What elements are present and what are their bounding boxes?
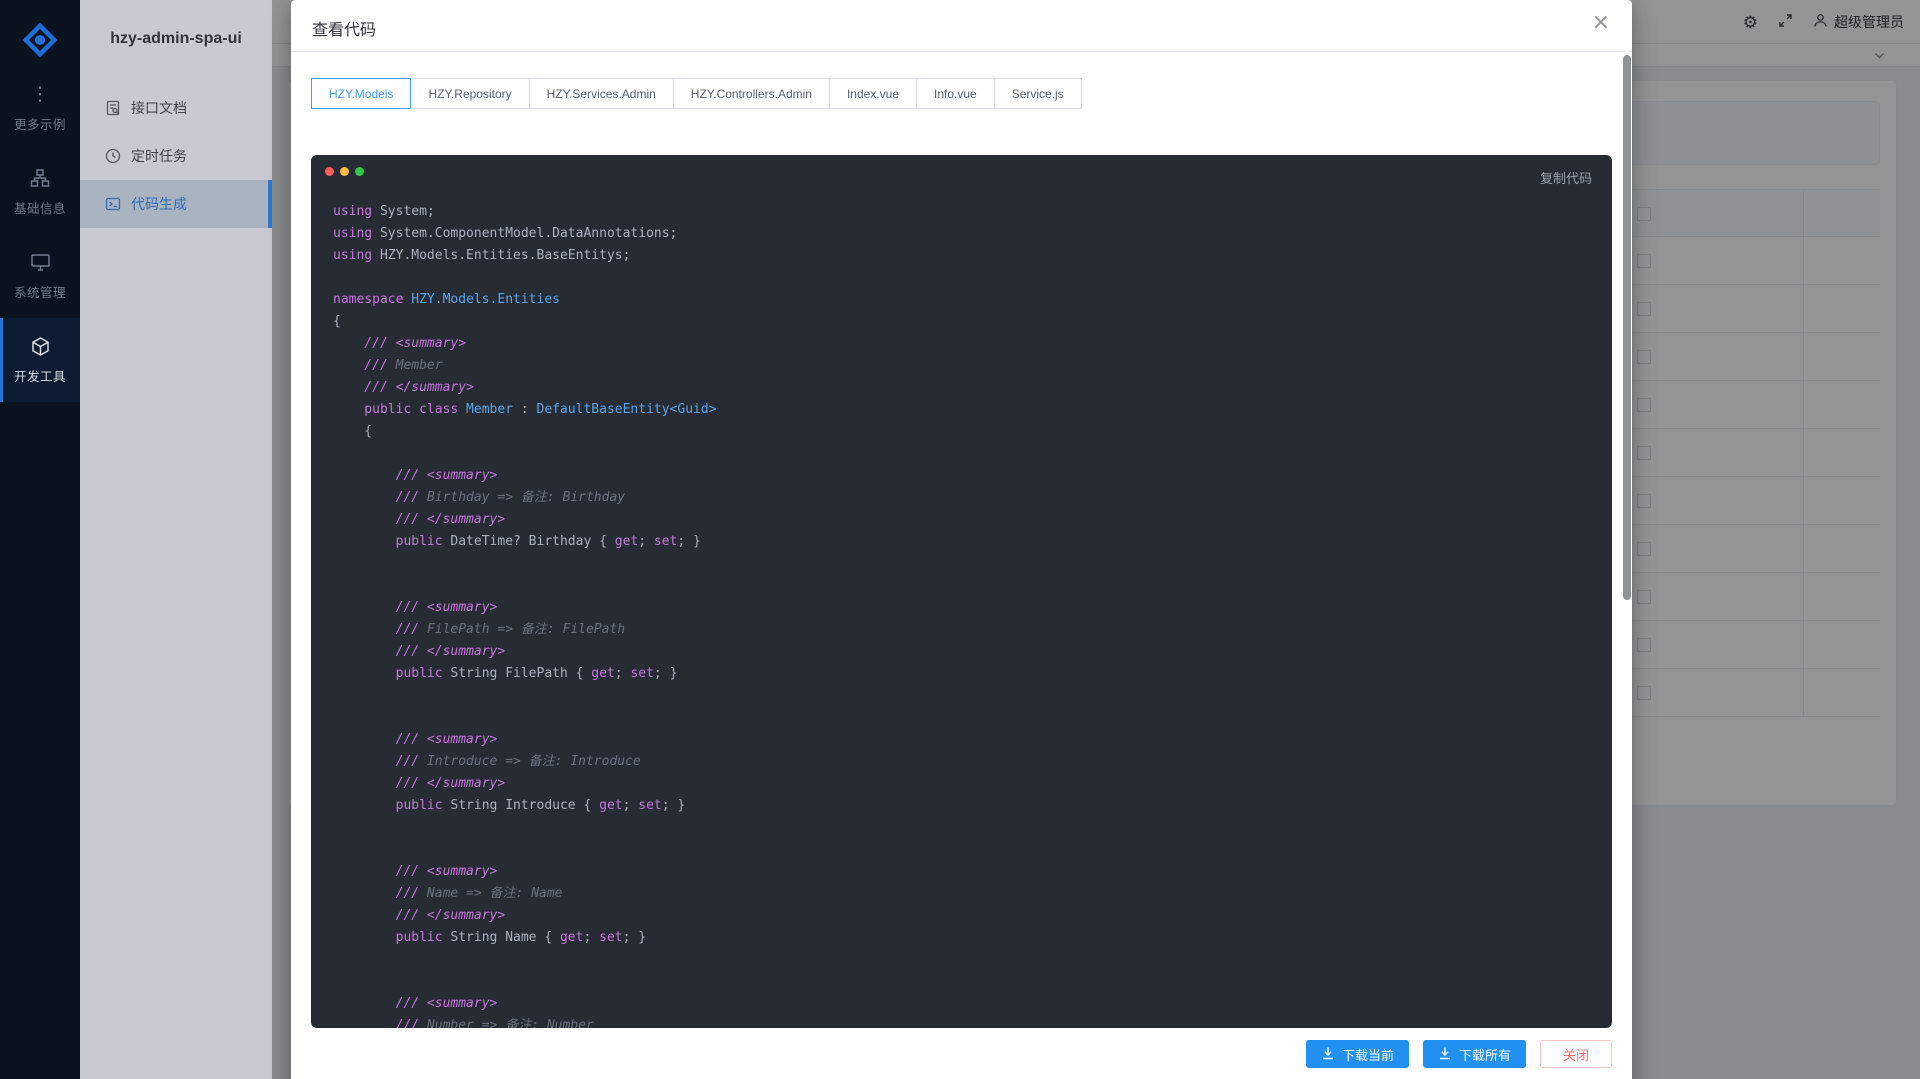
- code-line: {: [333, 421, 1612, 443]
- app-root: ⚙ 超级管理员: [0, 0, 1920, 1079]
- code-line: /// </summary>: [333, 377, 1612, 399]
- code-line: [333, 443, 1612, 465]
- close-icon[interactable]: ×: [1592, 12, 1610, 34]
- code-line: /// Introduce => 备注: Introduce: [333, 751, 1612, 773]
- code-line: [333, 553, 1612, 575]
- code-line: /// Member: [333, 355, 1612, 377]
- icon-sidebar: ⋮ 更多示例 基础信息 系统管理: [0, 0, 80, 1079]
- code-line: [333, 817, 1612, 839]
- code-line: /// <summary>: [333, 465, 1612, 487]
- dialog-tabs: HZY.ModelsHZY.RepositoryHZY.Services.Adm…: [311, 78, 1082, 109]
- menu-sidebar: hzy-admin-spa-ui 接口文档 定时任务: [80, 0, 272, 1079]
- download-icon: [1438, 1046, 1452, 1063]
- tab-index-vue[interactable]: Index.vue: [829, 78, 917, 109]
- copy-code-button[interactable]: 复制代码: [1540, 168, 1592, 187]
- code-line: /// Birthday => 备注: Birthday: [333, 487, 1612, 509]
- code-line: [333, 707, 1612, 729]
- code-line: /// <summary>: [333, 993, 1612, 1015]
- code-line: /// </summary>: [333, 905, 1612, 927]
- code-line: [333, 685, 1612, 707]
- code-line: [333, 949, 1612, 971]
- terminal-icon: [104, 196, 121, 213]
- code-line: [333, 839, 1612, 861]
- window-dots-icon: [325, 167, 364, 176]
- code-line: namespace HZY.Models.Entities: [333, 289, 1612, 311]
- code-line: /// <summary>: [333, 597, 1612, 619]
- code-line: public String FilePath { get; set; }: [333, 663, 1612, 685]
- tab-hzy-controllers-admin[interactable]: HZY.Controllers.Admin: [673, 78, 830, 109]
- code-line: [333, 575, 1612, 597]
- code-line: /// Name => 备注: Name: [333, 883, 1612, 905]
- clock-icon: [104, 148, 121, 165]
- close-dialog-button[interactable]: 关闭: [1540, 1040, 1612, 1068]
- cube-icon: [29, 335, 51, 357]
- dialog-header: 查看代码 ×: [291, 0, 1632, 52]
- code-line: using System.ComponentModel.DataAnnotati…: [333, 223, 1612, 245]
- code-editor[interactable]: 复制代码 using System;using System.Component…: [311, 155, 1612, 1028]
- code-line: [333, 267, 1612, 289]
- code-line: /// </summary>: [333, 773, 1612, 795]
- menu-item-scheduled-tasks: 定时任务: [80, 132, 272, 180]
- code-line: using System;: [333, 201, 1612, 223]
- code-line: /// <summary>: [333, 333, 1612, 355]
- app-logo-icon: [18, 18, 62, 62]
- sidebar-item-more-examples: ⋮ 更多示例: [0, 66, 80, 150]
- sidebar-item-dev-tools: 开发工具: [0, 318, 80, 402]
- dialog-scrollbar-thumb[interactable]: [1623, 55, 1631, 600]
- view-code-dialog: 查看代码 × HZY.ModelsHZY.RepositoryHZY.Servi…: [291, 0, 1632, 1079]
- code-line: public String Introduce { get; set; }: [333, 795, 1612, 817]
- code-line: using HZY.Models.Entities.BaseEntitys;: [333, 245, 1612, 267]
- code-line: /// FilePath => 备注: FilePath: [333, 619, 1612, 641]
- code-line: /// Number => 备注: Number: [333, 1015, 1612, 1028]
- download-current-button[interactable]: 下载当前: [1306, 1040, 1409, 1068]
- menu-item-code-generation: 代码生成: [80, 180, 272, 228]
- code-line: public class Member : DefaultBaseEntity<…: [333, 399, 1612, 421]
- tab-service-js[interactable]: Service.js: [994, 78, 1082, 109]
- tab-hzy-services-admin[interactable]: HZY.Services.Admin: [529, 78, 674, 109]
- code-line: /// </summary>: [333, 641, 1612, 663]
- green-dot-icon: [355, 167, 364, 176]
- doc-search-icon: [104, 100, 121, 117]
- org-chart-icon: [29, 167, 51, 189]
- more-dots-icon: ⋮: [29, 83, 51, 105]
- code-line: [333, 971, 1612, 993]
- code-content: using System;using System.ComponentModel…: [333, 201, 1612, 1028]
- download-icon: [1321, 1046, 1335, 1063]
- tab-info-vue[interactable]: Info.vue: [916, 78, 995, 109]
- download-all-button[interactable]: 下载所有: [1423, 1040, 1526, 1068]
- dialog-footer: 下载当前 下载所有 关闭: [1306, 1040, 1612, 1068]
- tab-hzy-repository[interactable]: HZY.Repository: [410, 78, 529, 109]
- tab-hzy-models[interactable]: HZY.Models: [311, 78, 411, 109]
- yellow-dot-icon: [340, 167, 349, 176]
- project-title: hzy-admin-spa-ui: [80, 30, 272, 48]
- code-line: public DateTime? Birthday { get; set; }: [333, 531, 1612, 553]
- code-line: /// <summary>: [333, 861, 1612, 883]
- monitor-icon: [29, 251, 51, 273]
- code-line: /// <summary>: [333, 729, 1612, 751]
- code-line: public String Name { get; set; }: [333, 927, 1612, 949]
- red-dot-icon: [325, 167, 334, 176]
- menu-item-api-docs: 接口文档: [80, 84, 272, 132]
- code-line: /// </summary>: [333, 509, 1612, 531]
- sidebar-item-system-admin: 系统管理: [0, 234, 80, 318]
- code-line: {: [333, 311, 1612, 333]
- sidebar-item-basic-info: 基础信息: [0, 150, 80, 234]
- dialog-title: 查看代码: [312, 16, 376, 40]
